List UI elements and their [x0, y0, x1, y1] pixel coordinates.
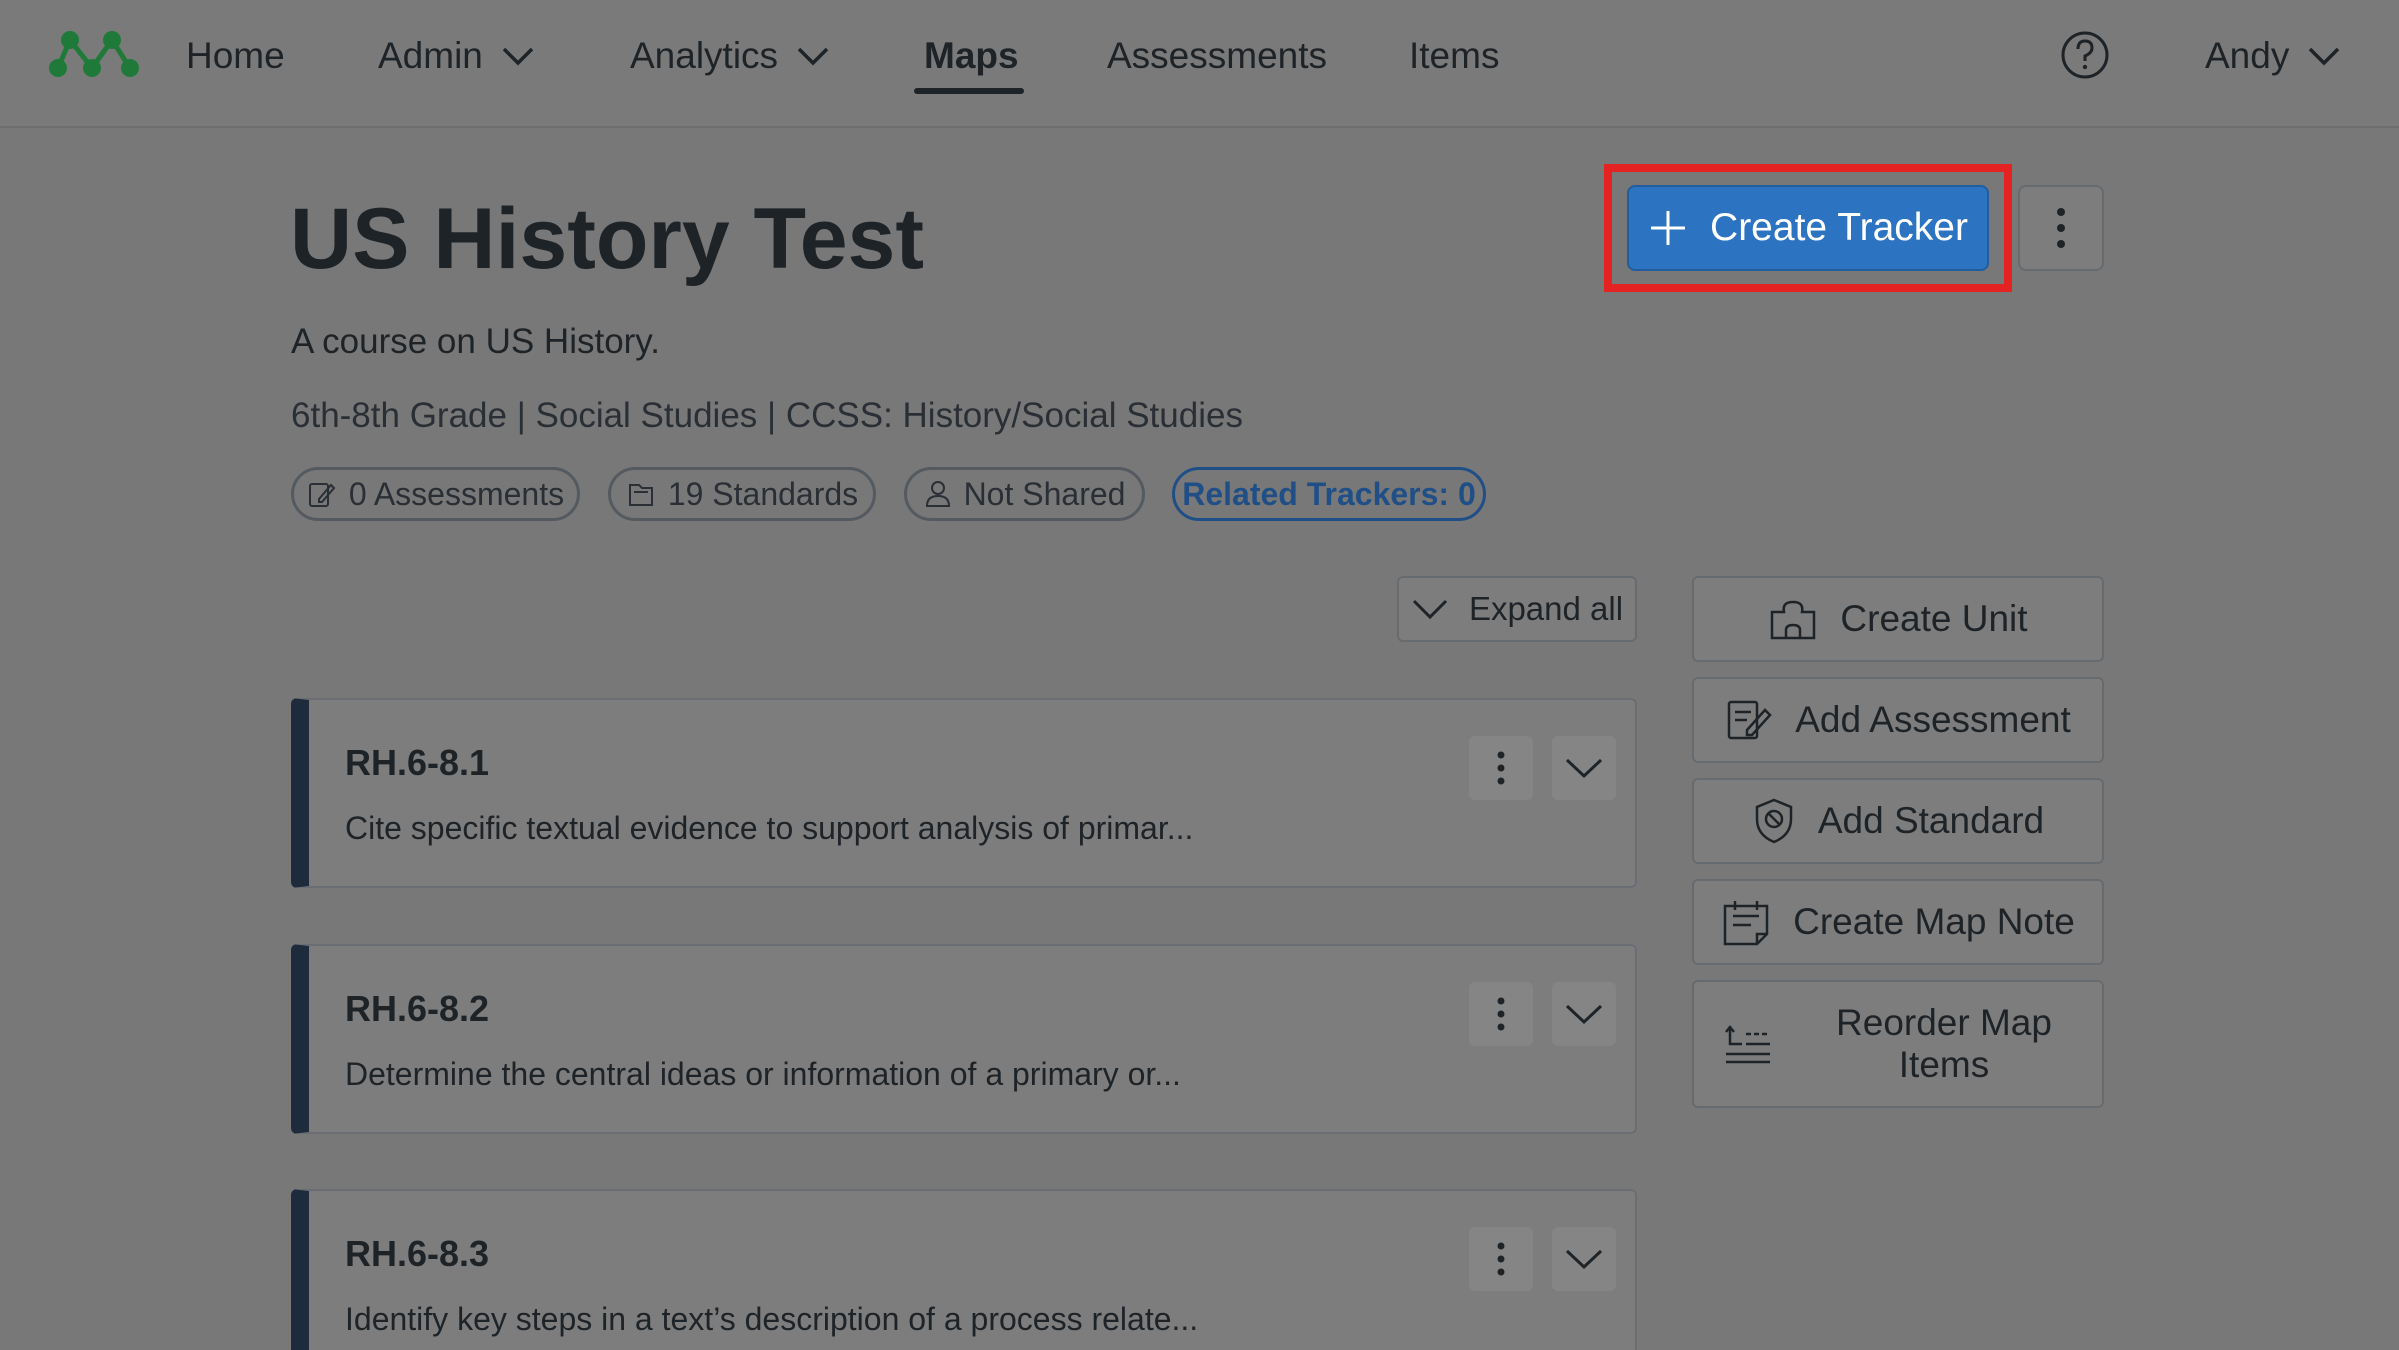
chevron-down-icon	[502, 47, 534, 66]
folder-icon	[628, 484, 653, 506]
sharing-status-label: Not Shared	[963, 475, 1126, 512]
nav-assessments-label: Assessments	[1107, 35, 1328, 76]
chevron-down-icon	[1565, 1249, 1603, 1270]
standard-code: RH.6-8.2	[345, 988, 490, 1029]
more-options-button[interactable]	[2018, 185, 2104, 271]
nav-analytics-label: Analytics	[630, 35, 779, 76]
standard-code: RH.6-8.3	[345, 1233, 490, 1274]
standards-count-label: 19 Standards	[667, 475, 859, 512]
add-assessment-button[interactable]: Add Assessment	[1692, 677, 2104, 763]
chevron-down-icon	[1565, 758, 1603, 779]
assessments-count-label: 0 Assessments	[348, 475, 565, 512]
standard-options-button[interactable]	[1469, 1227, 1533, 1291]
standard-expand-button[interactable]	[1552, 982, 1616, 1046]
edit-document-icon	[1727, 700, 1772, 740]
help-circle-icon[interactable]	[2060, 30, 2110, 80]
chevron-down-icon	[1412, 599, 1447, 620]
standard-description: Determine the central ideas or informati…	[345, 1056, 1181, 1092]
network-logo-icon[interactable]	[48, 26, 140, 82]
shield-icon	[1755, 798, 1793, 844]
create-map-note-button[interactable]: Create Map Note	[1692, 879, 2104, 965]
standard-card[interactable]: RH.6-8.2 Determine the central ideas or …	[291, 944, 1637, 1134]
expand-all-label: Expand all	[1468, 590, 1624, 627]
chevron-down-icon	[2309, 47, 2340, 66]
nav-admin-label: Admin	[378, 35, 483, 76]
standard-expand-button[interactable]	[1552, 1227, 1616, 1291]
user-icon	[925, 481, 950, 507]
nav-items[interactable]: Items	[1409, 30, 1499, 82]
top-navigation: Home Admin Analytics Maps Assessments It…	[0, 0, 2399, 128]
expand-all-button[interactable]: Expand all	[1397, 576, 1637, 642]
chevron-down-icon	[797, 47, 829, 66]
nav-home-label: Home	[186, 35, 285, 76]
related-trackers-label: Related Trackers: 0	[1182, 475, 1476, 512]
user-menu[interactable]: Andy	[2205, 30, 2341, 82]
plus-icon	[1651, 211, 1686, 245]
edit-document-icon	[308, 483, 336, 507]
map-metadata: 6th-8th Grade | Social Studies | CCSS: H…	[291, 396, 1243, 435]
standard-code: RH.6-8.1	[345, 742, 490, 783]
sharing-status-pill: Not Shared	[904, 467, 1145, 521]
vertical-dots-icon	[1497, 751, 1505, 785]
chevron-down-icon	[1565, 1004, 1603, 1025]
nav-items-label: Items	[1409, 35, 1500, 76]
nav-admin[interactable]: Admin	[378, 30, 535, 82]
standard-card[interactable]: RH.6-8.3 Identify key steps in a text’s …	[291, 1189, 1637, 1350]
vertical-dots-icon	[1497, 997, 1505, 1031]
nav-home[interactable]: Home	[186, 30, 285, 82]
reorder-map-items-button[interactable]: Reorder Map Items	[1692, 980, 2104, 1108]
standard-description: Cite specific textual evidence to suppor…	[345, 810, 1194, 846]
map-description: A course on US History.	[291, 322, 660, 361]
add-standard-button[interactable]: Add Standard	[1692, 778, 2104, 864]
standard-card[interactable]: RH.6-8.1 Cite specific textual evidence …	[291, 698, 1637, 888]
active-tab-indicator	[914, 88, 1024, 94]
add-assessment-label: Add Assessment	[1795, 699, 2071, 740]
standard-expand-button[interactable]	[1552, 736, 1616, 800]
reorder-map-items-label: Reorder Map Items	[1836, 1002, 2052, 1085]
add-standard-label: Add Standard	[1817, 800, 2045, 841]
nav-analytics[interactable]: Analytics	[630, 30, 830, 82]
reorder-list-icon	[1725, 1024, 1770, 1064]
nav-assessments[interactable]: Assessments	[1107, 30, 1327, 82]
user-name: Andy	[2205, 35, 2290, 76]
note-icon	[1723, 901, 1769, 946]
standard-options-button[interactable]	[1469, 982, 1533, 1046]
standards-count-pill: 19 Standards	[608, 467, 876, 521]
puzzle-icon	[1771, 600, 1816, 640]
page-title: US History Test	[290, 191, 924, 287]
assessments-count-pill: 0 Assessments	[291, 467, 580, 521]
standard-options-button[interactable]	[1469, 736, 1533, 800]
standard-description: Identify key steps in a text’s descripti…	[345, 1301, 1199, 1337]
nav-maps[interactable]: Maps	[924, 30, 1019, 82]
create-tracker-label: Create Tracker	[1710, 206, 1968, 249]
vertical-dots-icon	[2057, 208, 2065, 248]
vertical-dots-icon	[1497, 1242, 1505, 1276]
related-trackers-link[interactable]: Related Trackers: 0	[1172, 467, 1486, 521]
create-map-note-label: Create Map Note	[1793, 901, 2075, 942]
nav-maps-label: Maps	[924, 35, 1019, 76]
create-unit-button[interactable]: Create Unit	[1692, 576, 2104, 662]
create-unit-label: Create Unit	[1840, 598, 2028, 639]
create-tracker-button[interactable]: Create Tracker	[1627, 185, 1989, 271]
